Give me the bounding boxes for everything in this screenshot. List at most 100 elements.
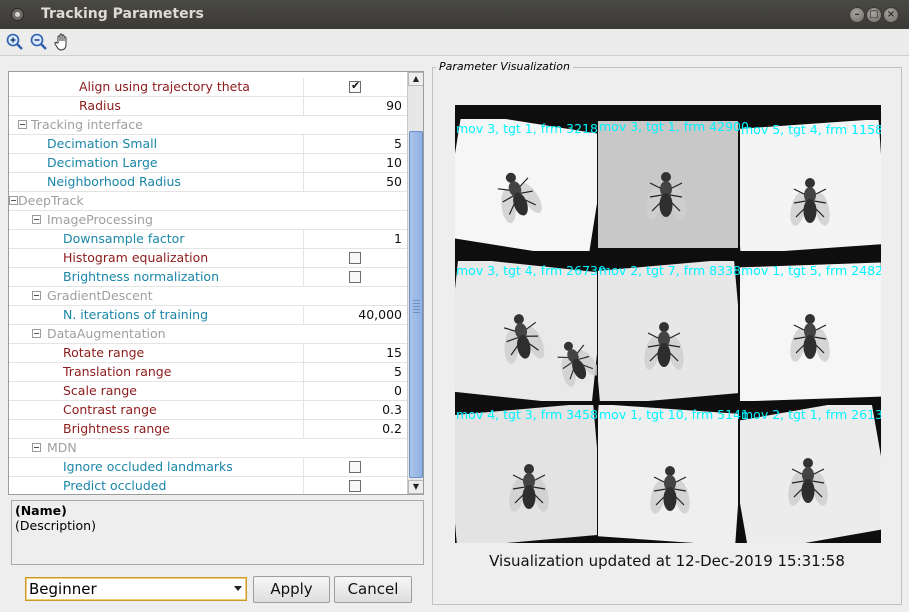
- scroll-down-arrow-icon[interactable]: ▼: [408, 480, 423, 494]
- close-button[interactable]: ×: [883, 7, 899, 23]
- tree-category-row[interactable]: ImageProcessing: [9, 211, 407, 230]
- property-value[interactable]: 0: [394, 383, 402, 398]
- column-divider: [303, 420, 304, 438]
- vertical-scrollbar[interactable]: ▲ ▼: [407, 72, 423, 494]
- visualization-tile: mov 1, tgt 10, frm 5141: [598, 405, 749, 543]
- visualization-tile: mov 2, tgt 7, frm 8338: [598, 261, 741, 401]
- property-name: Decimation Large: [47, 155, 158, 170]
- property-row[interactable]: N. iterations of training 40,000: [9, 306, 407, 325]
- property-value[interactable]: 5: [394, 364, 402, 379]
- property-checkbox[interactable]: [349, 480, 361, 492]
- pan-hand-icon[interactable]: [53, 32, 73, 52]
- collapse-toggle-icon[interactable]: [32, 291, 41, 300]
- level-dropdown[interactable]: Beginner: [25, 577, 247, 601]
- column-divider: [303, 135, 304, 153]
- visualization-tile: mov 3, tgt 4, frm 26730: [455, 261, 606, 401]
- collapse-toggle-icon[interactable]: [32, 443, 41, 452]
- property-checkbox[interactable]: [349, 461, 361, 473]
- property-name: GradientDescent: [47, 288, 153, 303]
- property-row[interactable]: Rotate range 15: [9, 344, 407, 363]
- property-checkbox[interactable]: [349, 252, 361, 264]
- chevron-down-icon: [234, 586, 242, 591]
- property-row[interactable]: Downsample factor 1: [9, 230, 407, 249]
- tree-category-row[interactable]: DataAugmentation: [9, 325, 407, 344]
- property-name: Scale range: [63, 383, 137, 398]
- property-row[interactable]: Histogram equalization: [9, 249, 407, 268]
- zoom-in-icon[interactable]: [5, 32, 25, 52]
- column-divider: [303, 344, 304, 362]
- property-row[interactable]: Predict occluded: [9, 477, 407, 494]
- toolbar: [0, 29, 909, 56]
- window-title: Tracking Parameters: [41, 6, 204, 22]
- property-row[interactable]: Decimation Small 5: [9, 135, 407, 154]
- tree-category-row[interactable]: Tracking interface: [9, 116, 407, 135]
- visualization-tile: mov 5, tgt 4, frm 11587: [740, 120, 881, 251]
- property-row[interactable]: Brightness range 0.2: [9, 420, 407, 439]
- visualization-tile: mov 3, tgt 1, frm 42900: [598, 119, 749, 248]
- cancel-button[interactable]: Cancel: [334, 576, 412, 603]
- property-value[interactable]: 40,000: [358, 307, 402, 322]
- tile-image: [740, 120, 881, 251]
- property-value[interactable]: 0.3: [382, 402, 402, 417]
- property-name: Brightness normalization: [63, 269, 219, 284]
- property-value[interactable]: 10: [386, 155, 402, 170]
- scroll-up-arrow-icon[interactable]: ▲: [408, 72, 423, 86]
- property-value[interactable]: 0.2: [382, 421, 402, 436]
- property-value[interactable]: 90: [386, 98, 402, 113]
- property-row[interactable]: Translation range 5: [9, 363, 407, 382]
- property-row[interactable]: Radius 90: [9, 97, 407, 116]
- visualization-legend: Parameter Visualization: [436, 60, 573, 73]
- scroll-grip-icon: [413, 300, 420, 314]
- property-row[interactable]: Ignore occluded landmarks: [9, 458, 407, 477]
- visualization-tile: mov 4, tgt 3, frm 34588: [455, 405, 606, 543]
- property-name: DataAugmentation: [47, 326, 166, 341]
- property-row[interactable]: Scale range 0: [9, 382, 407, 401]
- property-value[interactable]: 50: [386, 174, 402, 189]
- property-checkbox[interactable]: [349, 271, 361, 283]
- property-row[interactable]: Neighborhood Radius 50: [9, 173, 407, 192]
- collapse-toggle-icon[interactable]: [32, 329, 41, 338]
- tree-category-row[interactable]: DeepTrack: [9, 192, 407, 211]
- column-divider: [303, 97, 304, 115]
- property-name: Translation range: [63, 364, 172, 379]
- property-grid[interactable]: Align using trajectory theta Radius 90 Trac…: [8, 71, 424, 495]
- tree-category-row[interactable]: GradientDescent: [9, 287, 407, 306]
- column-divider: [303, 173, 304, 191]
- tile-label: mov 5, tgt 4, frm 11587: [741, 122, 881, 137]
- column-divider: [303, 401, 304, 419]
- property-row[interactable]: Decimation Large 10: [9, 154, 407, 173]
- zoom-out-icon[interactable]: [29, 32, 49, 52]
- visualization-tile: mov 3, tgt 1, frm 32184: [455, 119, 606, 251]
- collapse-toggle-icon[interactable]: [32, 215, 41, 224]
- property-name: Align using trajectory theta: [79, 79, 250, 94]
- maximize-button[interactable]: □: [866, 7, 882, 23]
- apply-button[interactable]: Apply: [253, 576, 330, 603]
- property-row[interactable]: Brightness normalization: [9, 268, 407, 287]
- property-value[interactable]: 15: [386, 345, 402, 360]
- level-dropdown-value: Beginner: [29, 580, 97, 598]
- tile-label: mov 2, tgt 1, frm 26132: [741, 407, 881, 422]
- visualization-image-grid: mov 3, tgt 1, frm 32184mov 3, tgt 1, frm…: [455, 105, 881, 543]
- tree-category-row[interactable]: MDN: [9, 439, 407, 458]
- collapse-toggle-icon[interactable]: [9, 196, 18, 205]
- collapse-toggle-icon[interactable]: [18, 120, 27, 129]
- minimize-button[interactable]: –: [849, 7, 865, 23]
- property-value[interactable]: 1: [394, 231, 402, 246]
- property-name: Decimation Small: [47, 136, 158, 151]
- property-row[interactable]: Align using trajectory theta: [9, 78, 407, 97]
- tile-label: mov 3, tgt 1, frm 32184: [456, 121, 606, 136]
- tile-label: mov 2, tgt 7, frm 8338: [599, 263, 741, 278]
- scrollbar-thumb[interactable]: [409, 131, 423, 478]
- property-value[interactable]: 5: [394, 136, 402, 151]
- tile-label: mov 4, tgt 3, frm 34588: [456, 407, 606, 422]
- column-divider: [303, 249, 304, 267]
- column-divider: [303, 382, 304, 400]
- tile-image: [598, 261, 738, 401]
- property-name: Contrast range: [63, 402, 157, 417]
- property-name: Brightness range: [63, 421, 170, 436]
- property-name: Rotate range: [63, 345, 145, 360]
- property-row[interactable]: Contrast range 0.3: [9, 401, 407, 420]
- property-grid-rows: Align using trajectory theta Radius 90 Trac…: [9, 72, 407, 494]
- tile-label: mov 3, tgt 1, frm 42900: [599, 119, 749, 134]
- property-checkbox[interactable]: [349, 79, 361, 93]
